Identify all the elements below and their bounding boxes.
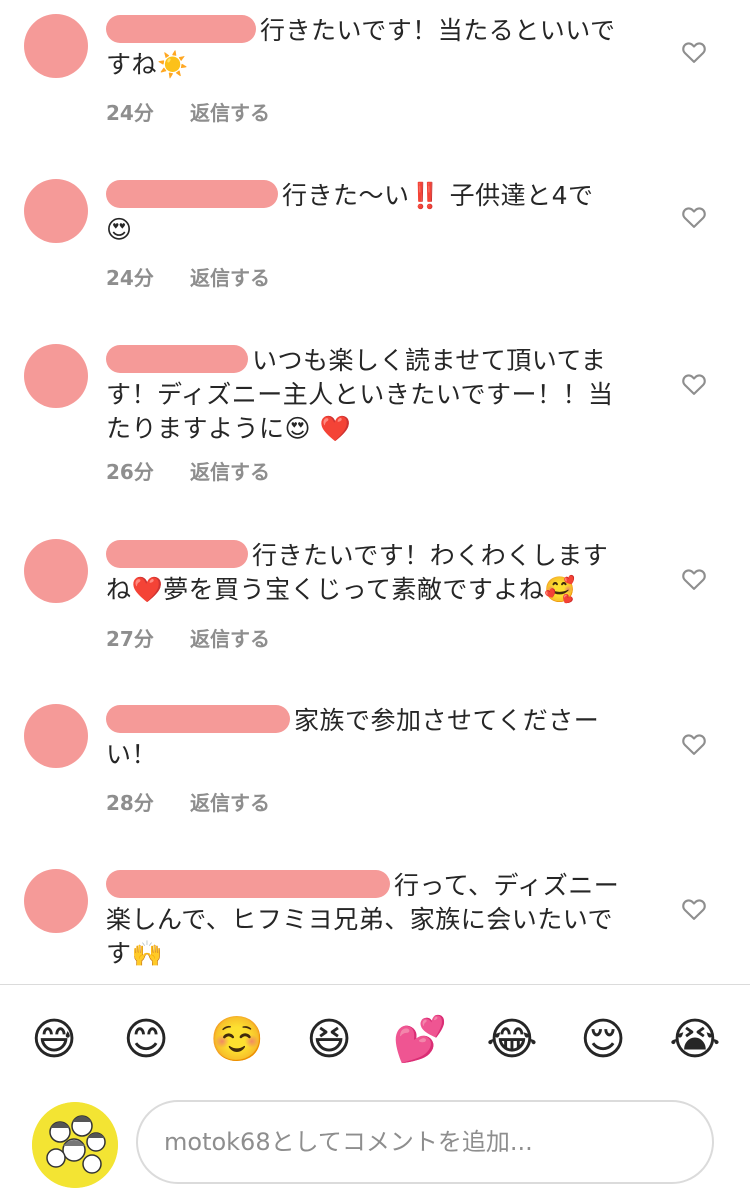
comment-composer (0, 1090, 750, 1202)
raising-hands-emoji: 🙌 (131, 939, 164, 968)
heart-eyes-emoji: 😍 (106, 215, 133, 244)
commenter-avatar[interactable] (24, 344, 88, 408)
heart-outline-icon[interactable] (680, 38, 708, 66)
family-illustration-icon (32, 1102, 118, 1188)
redacted-username[interactable] (106, 705, 290, 733)
grinning-sweat-emoji-button[interactable]: 😅 (24, 1010, 84, 1070)
redacted-username[interactable] (106, 180, 278, 208)
comment-meta: 28分 返信する (106, 787, 270, 816)
reply-button[interactable]: 返信する (190, 97, 270, 126)
comment-message: 行きた〜い‼️ 子供達と4で (282, 181, 594, 210)
comment-time: 26分 (106, 460, 154, 484)
comment-list[interactable]: 行きたいです！当たるといいですね☀️ 24分 返信する 行きた〜い‼️ 子供達と4… (0, 0, 750, 984)
redacted-username[interactable] (106, 870, 390, 898)
comment-text: 行きたいです！当たるといいですね☀️ (106, 14, 626, 82)
heart-outline-icon[interactable] (680, 370, 708, 398)
comment-text: 行きた〜い‼️ 子供達と4で 😍 (106, 179, 626, 247)
crying-emoji-button[interactable]: 😭 (665, 1010, 725, 1070)
blushing-emoji-button[interactable]: ☺️ (207, 1010, 267, 1070)
heart-outline-icon[interactable] (680, 203, 708, 231)
sun-emoji: ☀️ (157, 50, 189, 79)
comment-time: 24分 (106, 266, 154, 290)
heart-eyes-and-red-heart-emoji: 😍 ❤️ (284, 414, 352, 443)
heart-outline-icon[interactable] (680, 730, 708, 758)
reply-button[interactable]: 返信する (190, 456, 270, 485)
commenter-avatar[interactable] (24, 539, 88, 603)
reply-button[interactable]: 返信する (190, 623, 270, 652)
comment-input[interactable] (136, 1100, 714, 1184)
redacted-username[interactable] (106, 345, 248, 373)
smiling-emoji-button[interactable]: 😊 (116, 1010, 176, 1070)
comment-time: 24分 (106, 101, 154, 125)
comment-meta: 26分 返信する (106, 456, 270, 485)
laughing-emoji-button[interactable]: 😆 (299, 1010, 359, 1070)
tears-of-joy-emoji-button[interactable]: 😂 (482, 1010, 542, 1070)
reply-button[interactable]: 返信する (190, 787, 270, 816)
relieved-emoji-button[interactable]: 😌 (573, 1010, 633, 1070)
my-avatar[interactable] (32, 1102, 118, 1188)
comment-text: 行って、ディズニー楽しんで、ヒフミヨ兄弟、家族に会いたいです🙌 (106, 869, 626, 971)
heart-outline-icon[interactable] (680, 565, 708, 593)
comment-text: 家族で参加させてくださーい！ (106, 704, 626, 772)
composer-divider (0, 984, 750, 985)
commenter-avatar[interactable] (24, 704, 88, 768)
comments-screen: 行きたいです！当たるといいですね☀️ 24分 返信する 行きた〜い‼️ 子供達と4… (0, 0, 750, 1202)
commenter-avatar[interactable] (24, 179, 88, 243)
heart-outline-icon[interactable] (680, 895, 708, 923)
two-hearts-emoji-button[interactable]: 💕 (390, 1010, 450, 1070)
comment-meta: 24分 返信する (106, 97, 270, 126)
quick-emoji-bar: 😅 😊 ☺️ 😆 💕 😂 😌 😭 (0, 1000, 750, 1080)
redacted-username[interactable] (106, 15, 256, 43)
comment-text: 行きたいです！わくわくしますね❤️夢を買う宝くじって素敵ですよね🥰 (106, 539, 626, 607)
comment-meta: 24分 返信する (106, 262, 270, 291)
redacted-username[interactable] (106, 540, 248, 568)
comment-time: 28分 (106, 791, 154, 815)
comment-message: 夢を買う宝くじって素敵ですよね (163, 575, 545, 604)
comment-text: いつも楽しく読ませて頂いてます！ディズニー主人といきたいですー！！当たりますよう… (106, 344, 626, 446)
comment-meta: 27分 返信する (106, 623, 270, 652)
smiling-face-with-hearts-emoji: 🥰 (544, 575, 577, 604)
commenter-avatar[interactable] (24, 869, 88, 933)
commenter-avatar[interactable] (24, 14, 88, 78)
red-heart-emoji: ❤️ (131, 575, 164, 604)
reply-button[interactable]: 返信する (190, 262, 270, 291)
comment-time: 27分 (106, 627, 154, 651)
